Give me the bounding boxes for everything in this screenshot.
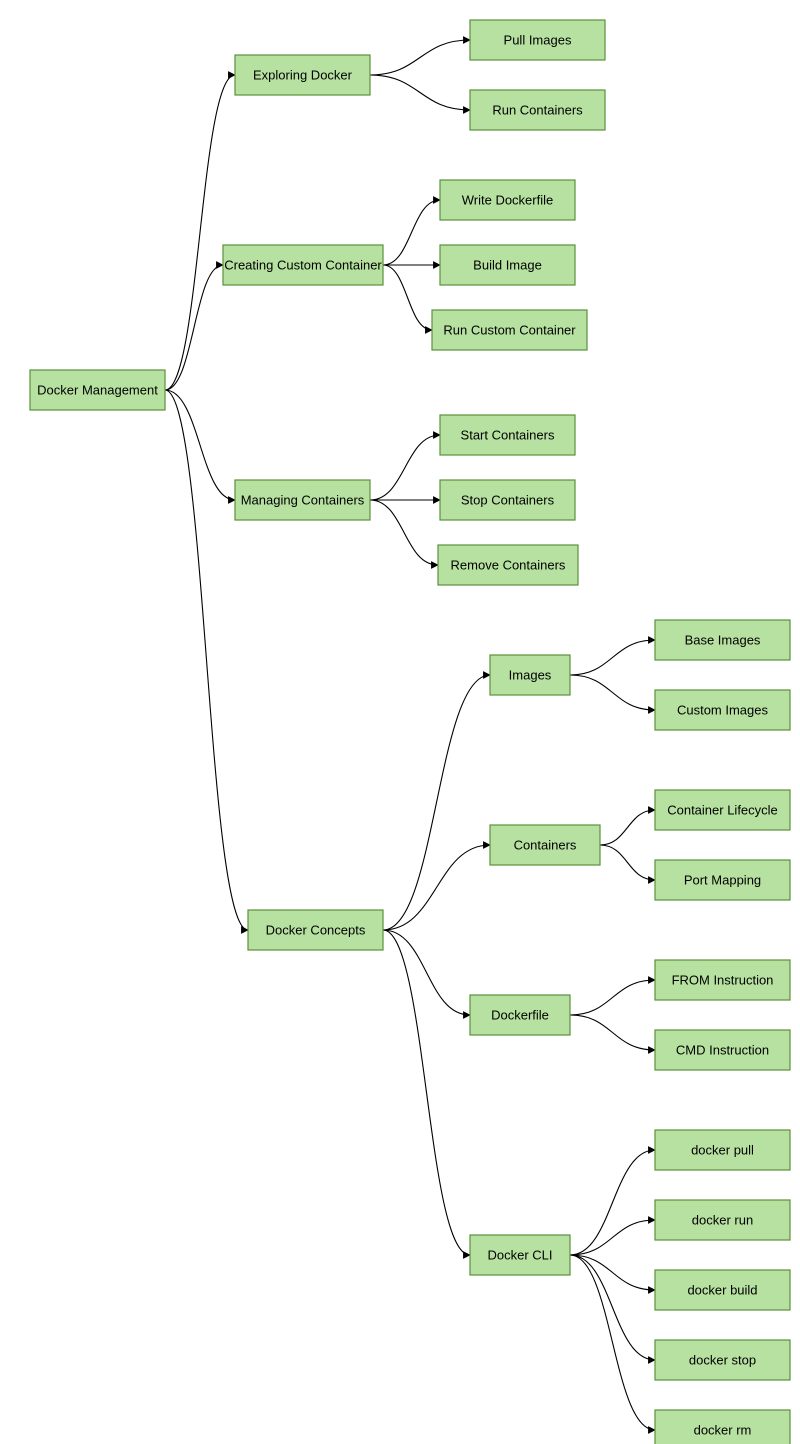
edge-concepts-images [383,675,490,930]
node-label-pull_images: Pull Images [504,32,572,47]
edge-root-concepts [165,390,248,930]
edge-images-base_images [570,640,655,675]
node-start_containers: Start Containers [440,415,575,455]
node-label-write_dockerfile: Write Dockerfile [462,192,554,207]
node-dockerfile: Dockerfile [470,995,570,1035]
node-label-build_image: Build Image [473,257,542,272]
node-label-root: Docker Management [37,382,158,397]
diagram-canvas: Docker Management Exploring Docker Pull Im… [0,0,800,1444]
node-base_images: Base Images [655,620,790,660]
node-label-exploring: Exploring Docker [253,67,353,82]
node-label-docker_pull: docker pull [691,1142,754,1157]
edge-managing-remove_containers [370,500,438,565]
node-label-docker_rm: docker rm [694,1422,752,1437]
node-label-managing: Managing Containers [241,492,365,507]
node-label-creating: Creating Custom Container [224,257,382,272]
node-docker_run: docker run [655,1200,790,1240]
edge-root-managing [165,390,235,500]
node-stop_containers: Stop Containers [440,480,575,520]
edge-docker_cli-docker_run [570,1220,655,1255]
edge-concepts-docker_cli [383,930,470,1255]
node-images: Images [490,655,570,695]
node-label-cmd_instr: CMD Instruction [676,1042,769,1057]
edge-concepts-dockerfile [383,930,470,1015]
node-label-stop_containers: Stop Containers [461,492,555,507]
node-label-port_mapping: Port Mapping [684,872,761,887]
node-write_dockerfile: Write Dockerfile [440,180,575,220]
node-label-docker_cli: Docker CLI [487,1247,552,1262]
edge-concepts-containers [383,845,490,930]
node-docker_pull: docker pull [655,1130,790,1170]
node-label-base_images: Base Images [685,632,761,647]
node-run_containers: Run Containers [470,90,605,130]
node-remove_containers: Remove Containers [438,545,578,585]
node-label-concepts: Docker Concepts [266,922,366,937]
node-label-lifecycle: Container Lifecycle [667,802,778,817]
node-docker_build: docker build [655,1270,790,1310]
node-run_custom: Run Custom Container [432,310,587,350]
nodes-layer: Docker Management Exploring Docker Pull Im… [30,20,790,1444]
edge-containers-lifecycle [600,810,655,845]
node-containers: Containers [490,825,600,865]
edge-containers-port_mapping [600,845,655,880]
node-cmd_instr: CMD Instruction [655,1030,790,1070]
edge-creating-run_custom [383,265,432,330]
node-label-custom_images: Custom Images [677,702,769,717]
node-managing: Managing Containers [235,480,370,520]
node-concepts: Docker Concepts [248,910,383,950]
node-custom_images: Custom Images [655,690,790,730]
edge-root-exploring [165,75,235,390]
node-label-docker_build: docker build [687,1282,757,1297]
edge-docker_cli-docker_pull [570,1150,655,1255]
node-creating: Creating Custom Container [223,245,383,285]
node-docker_cli: Docker CLI [470,1235,570,1275]
node-label-docker_run: docker run [692,1212,753,1227]
edge-docker_cli-docker_rm [570,1255,655,1430]
node-root: Docker Management [30,370,165,410]
node-pull_images: Pull Images [470,20,605,60]
node-from_instr: FROM Instruction [655,960,790,1000]
node-label-run_custom: Run Custom Container [443,322,576,337]
edge-dockerfile-from_instr [570,980,655,1015]
edge-images-custom_images [570,675,655,710]
node-label-remove_containers: Remove Containers [451,557,566,572]
edge-managing-start_containers [370,435,440,500]
edge-dockerfile-cmd_instr [570,1015,655,1050]
node-build_image: Build Image [440,245,575,285]
node-label-dockerfile: Dockerfile [491,1007,549,1022]
edge-exploring-run_containers [370,75,470,110]
node-label-containers: Containers [514,837,577,852]
node-port_mapping: Port Mapping [655,860,790,900]
node-lifecycle: Container Lifecycle [655,790,790,830]
node-label-images: Images [509,667,552,682]
node-docker_rm: docker rm [655,1410,790,1444]
node-label-from_instr: FROM Instruction [672,972,774,987]
node-label-start_containers: Start Containers [461,427,555,442]
edge-exploring-pull_images [370,40,470,75]
node-docker_stop: docker stop [655,1340,790,1380]
node-label-docker_stop: docker stop [689,1352,756,1367]
node-exploring: Exploring Docker [235,55,370,95]
edge-docker_cli-docker_build [570,1255,655,1290]
node-label-run_containers: Run Containers [492,102,583,117]
edge-creating-write_dockerfile [383,200,440,265]
